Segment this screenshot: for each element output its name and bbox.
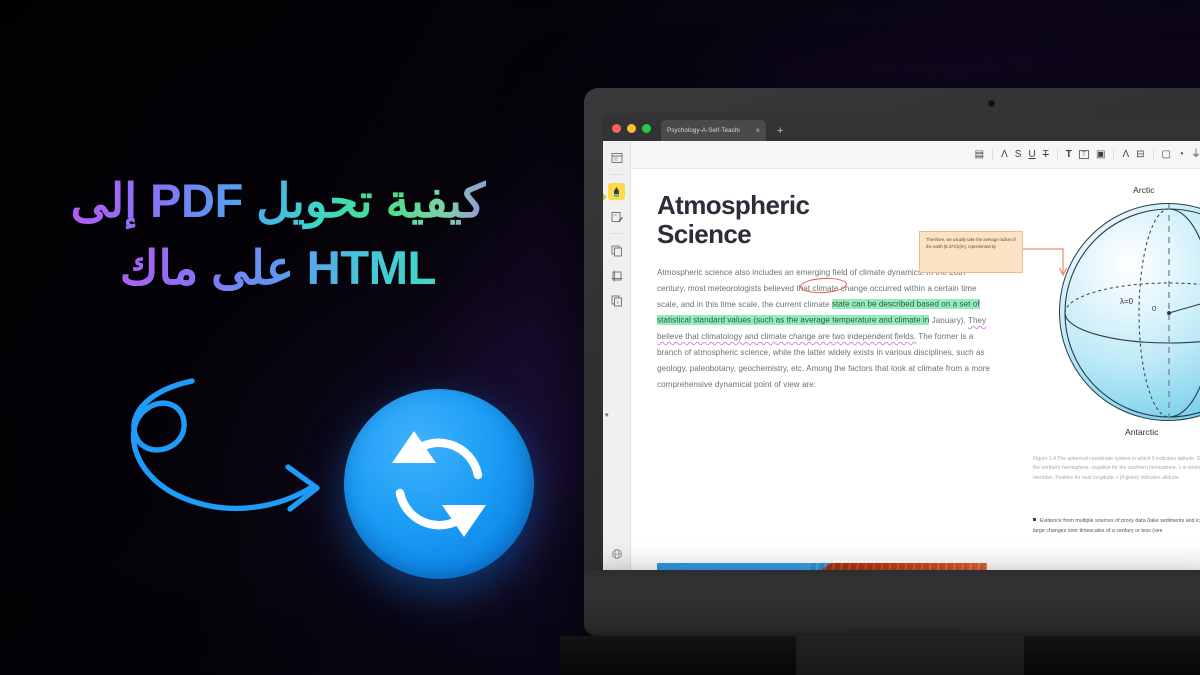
- delete-page-icon: ×: [611, 295, 622, 306]
- headline-line-2: HTML على ماك: [0, 235, 556, 302]
- stamp-icon: ⏚: [1191, 148, 1200, 160]
- stamp-tool[interactable]: ⏚ ▾: [605, 148, 1200, 419]
- figure-label-arctic: Arctic: [1133, 185, 1155, 195]
- sidebar-item-crop[interactable]: [608, 267, 625, 284]
- pen-tool[interactable]: Λ: [1122, 148, 1130, 160]
- webcam-dot: [988, 100, 995, 107]
- squiggly-icon: T: [1042, 148, 1049, 160]
- traffic-lights: [612, 124, 651, 141]
- laptop-mockup: Psychology-A-Self-Teachi × + × ▤ Λ S U T…: [584, 88, 1200, 576]
- annotation-toolbar: ▤ Λ S U T T ⊤ ▣ Λ ⊟ ▢ ▾ ◔ ▾ ⏚ ▾ ▾: [605, 141, 1200, 419]
- text-callout-icon: ▣: [1096, 148, 1106, 160]
- bullet-marker: [1033, 518, 1036, 521]
- sphere-diagram: λ=0 0: [1059, 203, 1200, 422]
- pdf-page[interactable]: Atmospheric Science Atmospheric science …: [631, 169, 1200, 576]
- page-title: كيفية تحويل PDF إلى HTML على ماك: [0, 168, 556, 301]
- color-icon: ◔: [1177, 148, 1185, 160]
- strikethrough-icon: S: [1014, 148, 1022, 160]
- sidebar-item-thumbnails[interactable]: [608, 149, 625, 166]
- sidebar-item-edit[interactable]: [608, 208, 625, 225]
- tab-label: Psychology-A-Self-Teachi: [667, 127, 740, 134]
- pen-icon: Λ: [1122, 148, 1130, 160]
- strikethrough-tool[interactable]: S: [1014, 148, 1022, 160]
- text-callout-tool[interactable]: ▣: [1096, 148, 1106, 160]
- sidebar-divider: [610, 233, 623, 234]
- shape-icon: ▢: [1161, 148, 1171, 160]
- highlight-tool[interactable]: Λ: [1001, 148, 1008, 160]
- origin-label: 0: [1152, 304, 1157, 313]
- bullet-list-item: Evidence from multiple sources of proxy …: [1033, 517, 1200, 537]
- eraser-icon: ⊟: [1136, 148, 1145, 160]
- figure-caption: Figure 1.4 The spherical coordinate syst…: [1033, 456, 1200, 481]
- sidebar-resize-handle[interactable]: [603, 194, 606, 200]
- laptop-base: [584, 570, 1200, 636]
- document-tab[interactable]: Psychology-A-Self-Teachi ×: [661, 120, 766, 141]
- crop-page-icon: [611, 270, 622, 281]
- toolbar-divider: [992, 148, 994, 161]
- text-icon: T: [1065, 148, 1072, 160]
- left-sidebar: ×: [603, 141, 631, 576]
- text-box-tool[interactable]: ⊤: [1078, 150, 1089, 159]
- lambda-label: λ=0: [1120, 297, 1134, 306]
- toolbar-divider: [1113, 148, 1115, 161]
- color-tool[interactable]: ◔ ▾: [605, 148, 1185, 419]
- figure-label-antarctic: Antarctic: [1125, 427, 1159, 437]
- sidebar-item-globe[interactable]: [608, 545, 625, 562]
- close-window-button[interactable]: [612, 124, 621, 133]
- sticky-note-icon: ▤: [974, 148, 985, 160]
- eraser-tool[interactable]: ⊟: [1136, 148, 1145, 160]
- highlighter-icon: [614, 186, 619, 197]
- close-icon[interactable]: ×: [755, 126, 760, 135]
- maximize-window-button[interactable]: [642, 124, 651, 133]
- toolbar-divider: [1056, 148, 1058, 161]
- main-column: ▤ Λ S U T T ⊤ ▣ Λ ⊟ ▢ ▾ ◔ ▾ ⏚ ▾ ▾ Atmosp…: [605, 141, 1200, 576]
- underline-tool[interactable]: U: [1028, 148, 1036, 160]
- app-titlebar: Psychology-A-Self-Teachi × +: [603, 113, 1200, 141]
- squiggly-tool[interactable]: T: [1042, 148, 1049, 160]
- text-box-icon: ⊤: [1078, 150, 1089, 159]
- new-tab-button[interactable]: +: [777, 125, 783, 141]
- sidebar-divider: [610, 174, 623, 175]
- highlight-icon: Λ: [1001, 148, 1008, 160]
- bullet-text: Evidence from multiple sources of proxy …: [1033, 518, 1200, 534]
- paragraph-segment-2: January).: [929, 315, 968, 325]
- sidebar-item-organize[interactable]: [608, 242, 625, 259]
- page-thumbnail-icon: [611, 152, 622, 163]
- convert-refresh-icon: [344, 389, 534, 579]
- svg-text:×: ×: [616, 300, 619, 305]
- sidebar-item-annotation[interactable]: [608, 183, 625, 200]
- figure-column: Arctic λ=0 0 Antarctic Figure 1.4 The sp…: [1031, 185, 1200, 576]
- edit-page-icon: [611, 211, 623, 222]
- laptop-deck-shadow: [560, 636, 1200, 675]
- toolbar-divider: [1152, 148, 1154, 161]
- shape-tool[interactable]: ▢ ▾: [605, 148, 1171, 419]
- underline-icon: U: [1028, 148, 1036, 160]
- globe-icon: [611, 548, 622, 559]
- sticky-note-annotation[interactable]: Therefore, we usually take the average r…: [919, 231, 1023, 273]
- document-heading: Atmospheric Science: [657, 190, 810, 250]
- curved-arrow-doodle-icon: [130, 378, 320, 512]
- text-tool[interactable]: T: [1065, 148, 1072, 160]
- copy-pages-icon: [611, 245, 622, 256]
- sticky-note-tool[interactable]: ▤: [974, 148, 985, 160]
- sidebar-item-delete-page[interactable]: ×: [608, 292, 625, 309]
- app-body: × ▤ Λ S U T T ⊤ ▣ Λ ⊟ ▢ ▾ ◔ ▾ ⏚ ▾ ▾ Atmo…: [603, 141, 1200, 576]
- headline-line-1: كيفية تحويل PDF إلى: [70, 174, 486, 227]
- minimize-window-button[interactable]: [627, 124, 636, 133]
- laptop-screen: Psychology-A-Self-Teachi × + × ▤ Λ S U T…: [603, 113, 1200, 576]
